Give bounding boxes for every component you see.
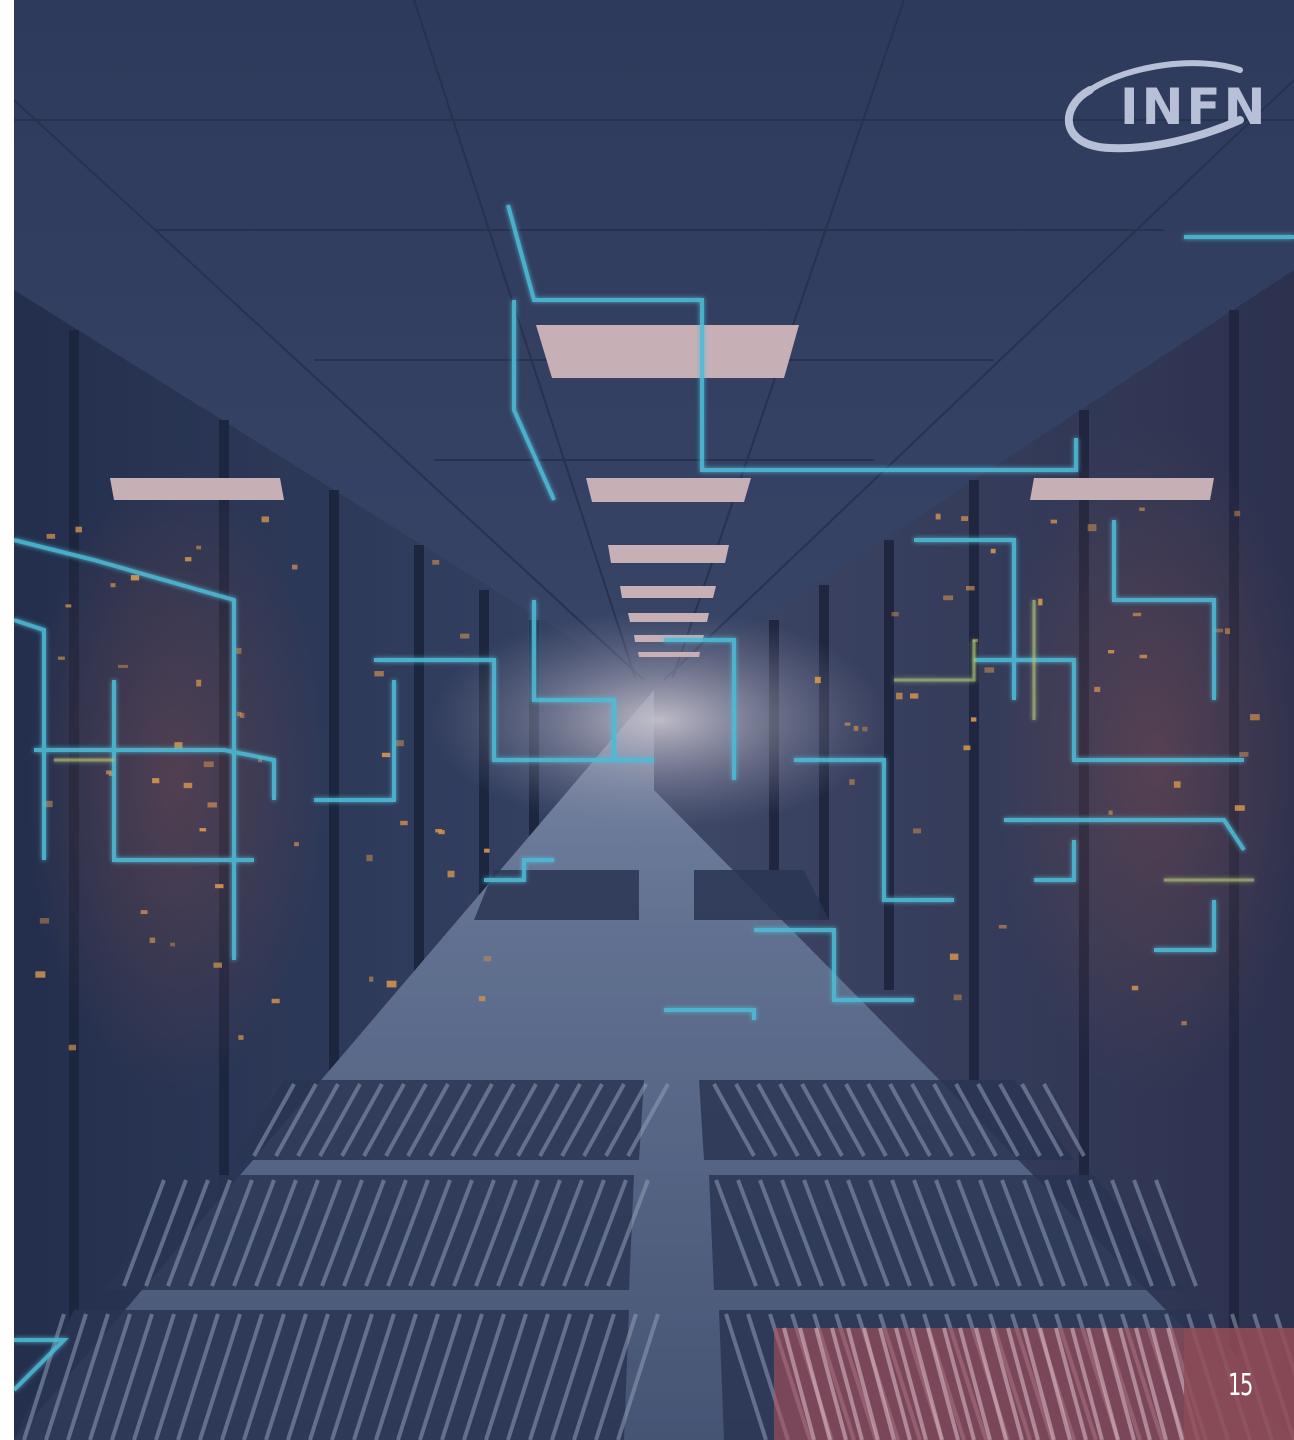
slide: INFN 15 <box>14 0 1294 1440</box>
server-room-photo <box>14 0 1294 1440</box>
logo-text: INFN <box>1120 78 1269 136</box>
page-number: 15 <box>1228 1368 1253 1403</box>
infn-logo-icon: INFN <box>1050 56 1265 160</box>
